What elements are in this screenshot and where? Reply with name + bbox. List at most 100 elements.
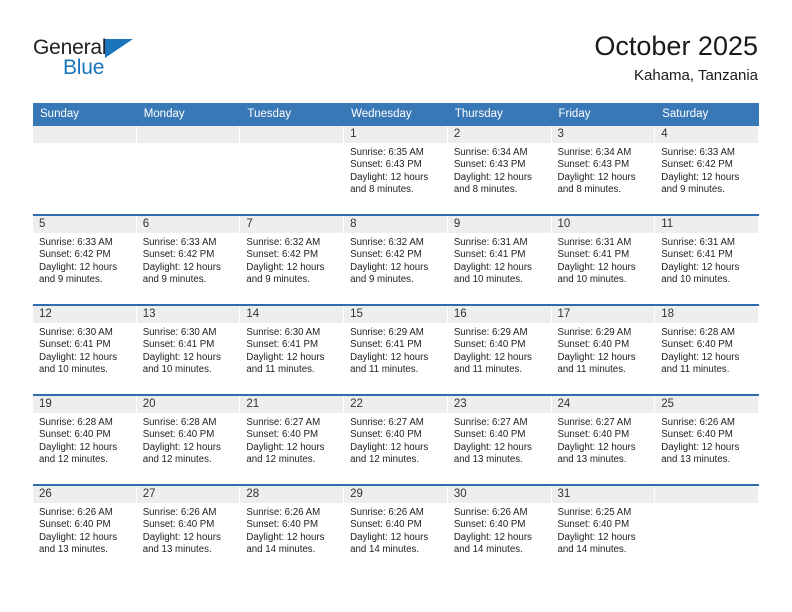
daylight-line2-text: and 11 minutes.: [453, 364, 523, 376]
page-subtitle: Kahama, Tanzania: [634, 67, 758, 84]
calendar-day-cell[interactable]: 22 Sunrise: 6:27 AM Sunset: 6:40 PM Dayligh…: [344, 396, 448, 484]
daylight-line1-text: Daylight: 12 hours: [557, 351, 636, 363]
day-of-week-header: Wednesday: [351, 108, 412, 120]
daylight-line1-text: Daylight: 12 hours: [142, 531, 221, 543]
day-number: 26: [33, 486, 136, 503]
day-number: 24: [551, 396, 655, 413]
sunrise-text: Sunrise: 6:29 AM: [453, 327, 528, 338]
daylight-line2-text: and 9 minutes.: [39, 274, 103, 286]
day-details: Sunrise: 6:27 AM Sunset: 6:40 PM Daylight:…: [344, 413, 447, 466]
sunset-text: Sunset: 6:40 PM: [39, 429, 111, 441]
day-number: 28: [240, 486, 344, 503]
day-details: Sunrise: 6:35 AM Sunset: 6:43 PM Daylight:…: [344, 143, 447, 196]
calendar-day-cell-empty[interactable]: [136, 126, 241, 214]
calendar-day-cell[interactable]: 30 Sunrise: 6:26 AM Sunset: 6:40 PM Dayligh…: [447, 486, 552, 574]
daylight-line1-text: Daylight: 12 hours: [350, 351, 429, 363]
calendar-day-cell[interactable]: 4 Sunrise: 6:33 AM Sunset: 6:42 PM Daylight…: [655, 126, 759, 214]
calendar-day-cell[interactable]: 8 Sunrise: 6:32 AM Sunset: 6:42 PM Daylight…: [344, 216, 448, 304]
day-number: 31: [551, 486, 655, 503]
day-number: 30: [447, 486, 551, 503]
daylight-line2-text: and 10 minutes.: [142, 364, 212, 376]
sunrise-text: Sunrise: 6:29 AM: [557, 327, 632, 338]
calendar-day-cell[interactable]: 27 Sunrise: 6:26 AM Sunset: 6:40 PM Dayligh…: [136, 486, 241, 574]
daylight-line1-text: Daylight: 12 hours: [246, 261, 325, 273]
sunset-text: Sunset: 6:42 PM: [661, 159, 733, 171]
day-number: 2: [447, 126, 551, 143]
calendar-day-cell[interactable]: 3 Sunrise: 6:34 AM Sunset: 6:43 PM Daylight…: [551, 126, 656, 214]
calendar-day-cell[interactable]: 25 Sunrise: 6:26 AM Sunset: 6:40 PM Dayligh…: [655, 396, 759, 484]
calendar-day-cell[interactable]: 13 Sunrise: 6:30 AM Sunset: 6:41 PM Dayligh…: [136, 306, 241, 394]
calendar-day-cell[interactable]: 19 Sunrise: 6:28 AM Sunset: 6:40 PM Dayligh…: [33, 396, 137, 484]
daylight-line2-text: and 13 minutes.: [453, 454, 523, 466]
day-details: Sunrise: 6:31 AM Sunset: 6:41 PM Daylight:…: [552, 233, 655, 286]
daylight-line2-text: and 10 minutes.: [661, 274, 731, 286]
calendar-day-cell[interactable]: 14 Sunrise: 6:30 AM Sunset: 6:41 PM Dayligh…: [240, 306, 345, 394]
sunrise-text: Sunrise: 6:32 AM: [350, 237, 424, 248]
sunset-text: Sunset: 6:40 PM: [246, 519, 319, 531]
calendar-day-cell-empty[interactable]: [33, 126, 137, 214]
calendar-day-cell[interactable]: 26 Sunrise: 6:26 AM Sunset: 6:40 PM Dayligh…: [33, 486, 137, 574]
sunset-text: Sunset: 6:43 PM: [557, 159, 630, 171]
sunrise-text: Sunrise: 6:28 AM: [39, 417, 113, 428]
general-blue-logo[interactable]: General Blue: [33, 36, 163, 86]
calendar-day-cell[interactable]: 31 Sunrise: 6:25 AM Sunset: 6:40 PM Dayligh…: [551, 486, 656, 574]
sunset-text: Sunset: 6:40 PM: [453, 339, 526, 351]
sunrise-text: Sunrise: 6:34 AM: [453, 147, 528, 158]
calendar-day-cell[interactable]: 11 Sunrise: 6:31 AM Sunset: 6:41 PM Dayligh…: [655, 216, 759, 304]
calendar-day-cell[interactable]: 12 Sunrise: 6:30 AM Sunset: 6:41 PM Dayligh…: [33, 306, 137, 394]
calendar-day-cell[interactable]: 28 Sunrise: 6:26 AM Sunset: 6:40 PM Dayligh…: [240, 486, 345, 574]
day-details: Sunrise: 6:32 AM Sunset: 6:42 PM Daylight:…: [240, 233, 343, 286]
sunset-text: Sunset: 6:42 PM: [39, 249, 111, 261]
calendar-day-cell[interactable]: 21 Sunrise: 6:27 AM Sunset: 6:40 PM Dayligh…: [240, 396, 345, 484]
daylight-line2-text: and 13 minutes.: [142, 544, 212, 556]
calendar-day-cell[interactable]: 24 Sunrise: 6:27 AM Sunset: 6:40 PM Dayligh…: [551, 396, 656, 484]
daylight-line1-text: Daylight: 12 hours: [246, 531, 325, 543]
sunset-text: Sunset: 6:40 PM: [350, 429, 422, 441]
daylight-line1-text: Daylight: 12 hours: [246, 441, 325, 453]
day-details: Sunrise: 6:26 AM Sunset: 6:40 PM Daylight:…: [240, 503, 343, 556]
day-details: Sunrise: 6:34 AM Sunset: 6:43 PM Daylight:…: [552, 143, 655, 196]
sunrise-text: Sunrise: 6:30 AM: [39, 327, 113, 338]
calendar-day-cell[interactable]: 18 Sunrise: 6:28 AM Sunset: 6:40 PM Dayligh…: [655, 306, 759, 394]
sunrise-text: Sunrise: 6:32 AM: [246, 237, 321, 248]
calendar-day-cell[interactable]: 23 Sunrise: 6:27 AM Sunset: 6:40 PM Dayligh…: [447, 396, 552, 484]
calendar-day-cell[interactable]: 5 Sunrise: 6:33 AM Sunset: 6:42 PM Daylight…: [33, 216, 137, 304]
calendar-day-cell[interactable]: 15 Sunrise: 6:29 AM Sunset: 6:41 PM Dayligh…: [344, 306, 448, 394]
daylight-line1-text: Daylight: 12 hours: [557, 261, 636, 273]
day-details: Sunrise: 6:30 AM Sunset: 6:41 PM Daylight:…: [137, 323, 240, 376]
daylight-line2-text: and 13 minutes.: [39, 544, 108, 556]
day-details: Sunrise: 6:26 AM Sunset: 6:40 PM Daylight:…: [448, 503, 551, 556]
calendar-day-cell[interactable]: 20 Sunrise: 6:28 AM Sunset: 6:40 PM Dayligh…: [136, 396, 241, 484]
daylight-line1-text: Daylight: 12 hours: [661, 261, 740, 273]
day-details: Sunrise: 6:29 AM Sunset: 6:40 PM Daylight:…: [552, 323, 655, 376]
day-number: 10: [551, 216, 655, 233]
sunrise-text: Sunrise: 6:33 AM: [142, 237, 217, 248]
calendar-day-cell-empty[interactable]: [655, 486, 759, 574]
calendar-day-cell[interactable]: 29 Sunrise: 6:26 AM Sunset: 6:40 PM Dayligh…: [344, 486, 448, 574]
daylight-line2-text: and 11 minutes.: [246, 364, 315, 376]
sunrise-text: Sunrise: 6:26 AM: [661, 417, 735, 428]
calendar-day-cell[interactable]: 16 Sunrise: 6:29 AM Sunset: 6:40 PM Dayligh…: [447, 306, 552, 394]
calendar-day-cell[interactable]: 7 Sunrise: 6:32 AM Sunset: 6:42 PM Daylight…: [240, 216, 345, 304]
calendar-day-cell[interactable]: 2 Sunrise: 6:34 AM Sunset: 6:43 PM Daylight…: [447, 126, 552, 214]
calendar-day-cell[interactable]: 6 Sunrise: 6:33 AM Sunset: 6:42 PM Daylight…: [136, 216, 241, 304]
day-number: 7: [240, 216, 344, 233]
daylight-line1-text: Daylight: 12 hours: [39, 351, 118, 363]
sunrise-text: Sunrise: 6:27 AM: [246, 417, 321, 428]
daylight-line1-text: Daylight: 12 hours: [39, 441, 118, 453]
day-number: 11: [655, 216, 758, 233]
calendar-day-cell[interactable]: 10 Sunrise: 6:31 AM Sunset: 6:41 PM Dayligh…: [551, 216, 656, 304]
day-details: Sunrise: 6:25 AM Sunset: 6:40 PM Daylight:…: [552, 503, 655, 556]
day-details: Sunrise: 6:29 AM Sunset: 6:40 PM Daylight:…: [448, 323, 551, 376]
calendar-day-cell-empty[interactable]: [240, 126, 345, 214]
calendar-page: General Blue October 2025 Kahama, Tanzan…: [0, 0, 792, 612]
sunrise-text: Sunrise: 6:31 AM: [557, 237, 632, 248]
sunset-text: Sunset: 6:41 PM: [661, 249, 733, 261]
day-of-week-header: Friday: [558, 108, 591, 120]
sunrise-text: Sunrise: 6:27 AM: [557, 417, 632, 428]
calendar-day-cell[interactable]: 17 Sunrise: 6:29 AM Sunset: 6:40 PM Dayligh…: [551, 306, 656, 394]
calendar-day-cell[interactable]: 1 Sunrise: 6:35 AM Sunset: 6:43 PM Daylight…: [344, 126, 448, 214]
daylight-line1-text: Daylight: 12 hours: [453, 531, 532, 543]
calendar-day-cell[interactable]: 9 Sunrise: 6:31 AM Sunset: 6:41 PM Daylight…: [447, 216, 552, 304]
day-details: Sunrise: 6:27 AM Sunset: 6:40 PM Daylight:…: [448, 413, 551, 466]
